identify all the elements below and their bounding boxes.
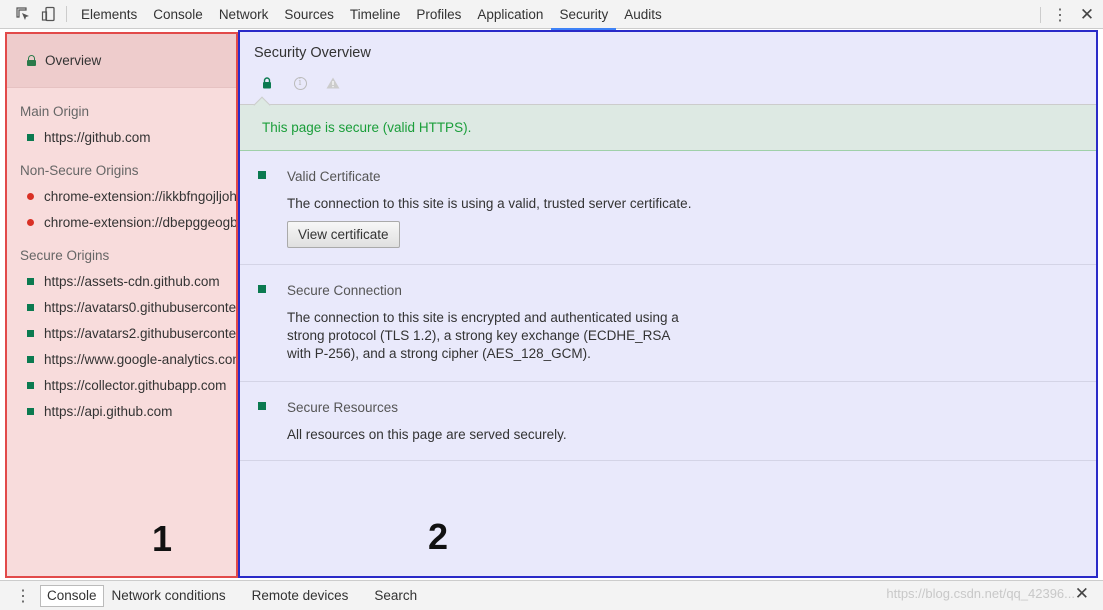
tab-profiles[interactable]: Profiles	[408, 0, 469, 29]
secure-origins-heading: Secure Origins	[20, 247, 110, 263]
tab-network[interactable]: Network	[211, 0, 277, 29]
origin-label: https://api.github.com	[44, 403, 173, 419]
region-annotation-2: 2	[428, 516, 449, 557]
section-title: Valid Certificate	[287, 169, 381, 184]
sidebar-item-non-secure-origin[interactable]: chrome-extension://ikkbfngojljohpaaaaaaa…	[7, 183, 236, 209]
region-annotation-1: 1	[152, 518, 173, 559]
sidebar-item-overview[interactable]: Overview	[7, 34, 236, 88]
origin-label: https://avatars2.githubusercontent.com	[44, 325, 236, 341]
drawer-menu-icon[interactable]: ⋮	[12, 586, 34, 606]
origin-label: https://www.google-analytics.com	[44, 351, 236, 367]
watermark-text: https://blog.csdn.net/qq_42396...	[886, 586, 1075, 601]
section-body: The connection to this site is using a v…	[287, 196, 692, 211]
devtools-toolbar: Elements Console Network Sources Timelin…	[0, 0, 1103, 30]
tab-console[interactable]: Console	[145, 0, 211, 29]
view-certificate-button[interactable]: View certificate	[287, 221, 400, 248]
drawer-tab-search[interactable]: Search	[368, 585, 423, 607]
drawer-tab-console[interactable]: Console	[40, 584, 104, 607]
toolbar-divider	[1040, 6, 1041, 23]
section-body: The connection to this site is encrypted…	[287, 310, 679, 361]
origin-label: https://assets-cdn.github.com	[44, 273, 220, 289]
sidebar-item-secure-origin[interactable]: https://collector.githubapp.com	[7, 372, 236, 398]
secure-square-icon	[27, 303, 34, 311]
lock-icon	[27, 55, 36, 66]
tab-application[interactable]: Application	[469, 0, 551, 29]
sidebar-item-secure-origin[interactable]: https://assets-cdn.github.com	[7, 268, 236, 294]
device-toolbar-icon[interactable]	[36, 0, 62, 29]
toolbar-divider	[66, 6, 67, 22]
insecure-dot-icon	[27, 192, 34, 200]
tab-sources[interactable]: Sources	[276, 0, 342, 29]
tab-elements[interactable]: Elements	[73, 0, 145, 29]
secure-square-icon	[258, 402, 266, 410]
security-sidebar: Overview Main Origin https://github.com …	[5, 32, 238, 578]
inspect-element-icon[interactable]	[10, 0, 36, 29]
origin-label: chrome-extension://ikkbfngojljohpaaaaaaa…	[44, 188, 236, 204]
security-summary-text: This page is secure (valid HTTPS).	[262, 120, 472, 135]
secure-square-icon	[27, 133, 34, 141]
close-drawer-icon[interactable]: ✕	[1075, 584, 1089, 604]
drawer-tab-network-conditions[interactable]: Network conditions	[106, 585, 232, 607]
more-options-icon[interactable]: ⋮	[1051, 5, 1069, 25]
non-secure-origins-heading: Non-Secure Origins	[20, 162, 139, 178]
secure-square-icon	[258, 285, 266, 293]
lock-icon	[258, 75, 276, 91]
insecure-dot-icon	[27, 218, 34, 226]
sidebar-item-secure-origin[interactable]: https://avatars2.githubusercontent.com	[7, 320, 236, 346]
sidebar-item-non-secure-origin[interactable]: chrome-extension://dbepggeogbaibhgnhhndo…	[7, 209, 236, 235]
secure-square-icon	[27, 277, 34, 285]
section-title: Secure Connection	[287, 283, 402, 298]
page-title: Security Overview	[254, 45, 371, 61]
tab-security[interactable]: Security	[551, 0, 617, 30]
section-title: Secure Resources	[287, 400, 399, 415]
secure-square-icon	[27, 381, 34, 389]
secure-square-icon	[27, 355, 34, 363]
security-state-icons: i	[258, 75, 357, 91]
tab-timeline[interactable]: Timeline	[342, 0, 409, 29]
sidebar-item-label: Overview	[45, 53, 102, 68]
drawer-tab-remote-devices[interactable]: Remote devices	[246, 585, 355, 607]
security-summary-banner: This page is secure (valid HTTPS).	[240, 105, 1096, 151]
toolbar-right-controls: ⋮ ✕	[1040, 0, 1095, 29]
origin-label: https://avatars0.githubusercontent.com	[44, 299, 236, 315]
connection-section: Secure Connection The connection to this…	[240, 265, 1096, 382]
warning-icon	[324, 75, 342, 91]
close-devtools-icon[interactable]: ✕	[1079, 5, 1095, 25]
certificate-section: Valid Certificate The connection to this…	[240, 151, 1096, 265]
overview-header: Security Overview i	[240, 32, 1096, 114]
section-body: All resources on this page are served se…	[287, 427, 567, 442]
sidebar-item-secure-origin[interactable]: https://api.github.com	[7, 398, 236, 424]
resources-section: Secure Resources All resources on this p…	[240, 382, 1096, 461]
origin-label: https://collector.githubapp.com	[44, 377, 227, 393]
sidebar-item-secure-origin[interactable]: https://avatars0.githubusercontent.com	[7, 294, 236, 320]
sidebar-item-main-origin[interactable]: https://github.com	[7, 124, 236, 150]
secure-square-icon	[27, 329, 34, 337]
origin-label: https://github.com	[44, 129, 151, 145]
origin-label: chrome-extension://dbepggeogbaibhgnhhndo…	[44, 214, 236, 230]
secure-square-icon	[27, 407, 34, 415]
tab-audits[interactable]: Audits	[616, 0, 670, 29]
info-icon: i	[291, 75, 309, 91]
secure-square-icon	[258, 171, 266, 179]
sidebar-item-secure-origin[interactable]: https://www.google-analytics.com	[7, 346, 236, 372]
main-origin-heading: Main Origin	[20, 103, 90, 119]
security-overview-panel: Security Overview i This page is secure …	[238, 30, 1098, 578]
